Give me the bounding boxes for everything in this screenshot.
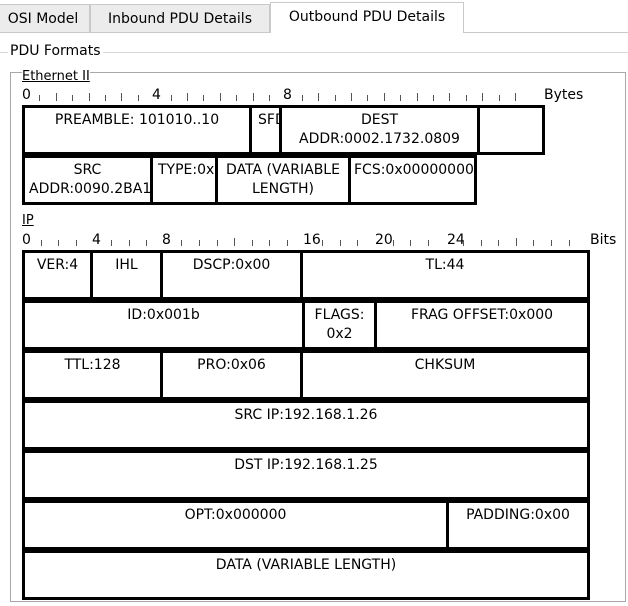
ip-tick-label-8: 8 (162, 232, 171, 248)
ruler-tick (39, 95, 40, 101)
ruler-tick (269, 240, 270, 246)
ruler-tick (351, 93, 352, 101)
ruler-tick (318, 93, 319, 101)
ip-tick-label-0: 0 (22, 232, 31, 248)
ruler-tick (498, 240, 499, 246)
ruler-tick (58, 240, 59, 246)
ruler-tick (76, 240, 77, 246)
ruler-tick (481, 240, 482, 246)
ruler-tick (499, 95, 500, 101)
ethernet-section-label: Ethernet II (22, 69, 90, 84)
ruler-tick (340, 240, 341, 246)
ruler-tick (533, 240, 534, 246)
ruler-tick (449, 93, 450, 101)
ruler-tick (393, 240, 394, 246)
ihl-field: IHL (90, 250, 163, 300)
tab-osi-model[interactable]: OSI Model (0, 4, 90, 32)
ruler-tick (203, 95, 204, 101)
ruler-tick (111, 240, 112, 246)
ruler-tick (217, 240, 218, 246)
ethernet-tick-label-8: 8 (283, 87, 292, 103)
ruler-tick (89, 93, 90, 101)
ethernet-tick-label-0: 0 (22, 87, 31, 103)
ruler-tick (234, 238, 235, 246)
ver-field: VER:4 (22, 250, 93, 300)
ethernet-unit-label: Bytes (544, 87, 584, 103)
padding-field: PADDING:0x00 (446, 500, 590, 550)
ruler-tick (516, 238, 517, 246)
src-ip-field: SRC IP:192.168.1.26 (22, 400, 590, 450)
sfd-field: SFD (249, 105, 282, 155)
ethernet-empty-field (477, 105, 545, 155)
ruler-tick (105, 95, 106, 101)
tl-field: TL:44 (300, 250, 590, 300)
ruler-tick (302, 95, 303, 101)
ruler-tick (428, 240, 429, 246)
dst-ip-field: DST IP:192.168.1.25 (22, 450, 590, 500)
ruler-tick (269, 95, 270, 101)
id-field: ID:0x001b (22, 300, 305, 350)
ruler-tick (236, 95, 237, 101)
ruler-tick (433, 95, 434, 101)
options-field: OPT:0x000000 (22, 500, 449, 550)
ruler-tick (129, 240, 130, 246)
protocol-field: PRO:0x06 (160, 350, 303, 400)
ethernet-data-field: DATA (VARIABLE LENGTH) (215, 155, 351, 205)
ruler-tick (515, 93, 516, 101)
src-addr-field: SRC ADDR:0090.2BA1.99E7 (22, 155, 153, 205)
preamble-field: PREAMBLE: 101010..10 (22, 105, 252, 155)
tab-bar: OSI Model Inbound PDU Details Outbound P… (0, 0, 628, 33)
ruler-tick (367, 95, 368, 101)
fcs-field: FCS:0x00000000 (348, 155, 477, 205)
type-field: TYPE:0x0800 (150, 155, 218, 205)
ip-tick-label-20: 20 (375, 232, 393, 248)
ruler-tick (463, 240, 464, 246)
ruler-tick (56, 93, 57, 101)
ruler-tick (146, 240, 147, 246)
ethernet-tick-label-4: 4 (152, 87, 161, 103)
flags-field: FLAGS: 0x2 (302, 300, 377, 350)
ruler-tick (252, 240, 253, 246)
ruler-tick (335, 95, 336, 101)
dscp-field: DSCP:0x00 (160, 250, 303, 300)
ruler-tick (220, 93, 221, 101)
ip-section-label: IP (22, 213, 34, 228)
ruler-tick (187, 93, 188, 101)
ip-tick-label-16: 16 (303, 232, 321, 248)
pdu-formats-title: PDU Formats (8, 43, 103, 59)
ruler-tick (384, 93, 385, 101)
ruler-tick (253, 93, 254, 101)
ruler-tick (482, 93, 483, 101)
tab-outbound-pdu-details[interactable]: Outbound PDU Details (270, 2, 464, 33)
tab-inbound-pdu-details[interactable]: Inbound PDU Details (90, 4, 270, 32)
ruler-tick (121, 93, 122, 101)
ruler-tick (569, 240, 570, 246)
dest-addr-field: DEST ADDR:0002.1732.0809 (279, 105, 480, 155)
ruler-tick (287, 240, 288, 246)
ruler-tick (41, 240, 42, 246)
ruler-tick (417, 93, 418, 101)
ruler-tick (72, 95, 73, 101)
ruler-tick (551, 240, 552, 246)
ruler-tick (466, 95, 467, 101)
ruler-tick (138, 95, 139, 101)
frag-offset-field: FRAG OFFSET:0x000 (374, 300, 590, 350)
ip-data-field: DATA (VARIABLE LENGTH) (22, 550, 590, 600)
ip-unit-label: Bits (590, 232, 617, 248)
ruler-tick (199, 240, 200, 246)
ruler-tick (410, 240, 411, 246)
ruler-tick (357, 240, 358, 246)
ruler-tick (171, 95, 172, 101)
checksum-field: CHKSUM (300, 350, 590, 400)
ip-tick-label-4: 4 (92, 232, 101, 248)
ruler-tick (181, 240, 182, 246)
ttl-field: TTL:128 (22, 350, 163, 400)
ruler-tick (400, 95, 401, 101)
ruler-tick (322, 240, 323, 246)
